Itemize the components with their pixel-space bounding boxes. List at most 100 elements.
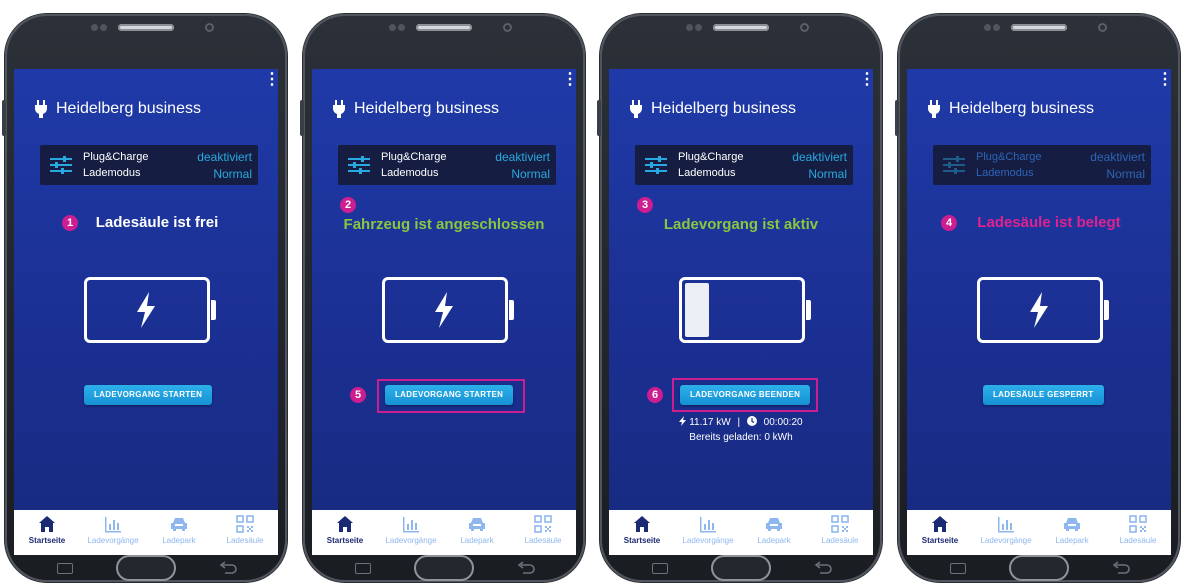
lightning-bolt-icon — [679, 416, 687, 426]
back-icon[interactable] — [517, 561, 535, 575]
tab-ladesaeule[interactable]: Ladesäule — [510, 510, 576, 555]
tab-ladesaeule[interactable]: Ladesäule — [212, 510, 278, 555]
charge-mode-label: Lademodus — [83, 167, 141, 179]
tab-label: Ladepark — [757, 536, 791, 545]
recent-apps-icon[interactable] — [57, 563, 73, 574]
speaker-grille — [118, 24, 174, 31]
phone-2: ⋮ Heidelberg business Plug&Charge Lademo… — [300, 14, 585, 582]
plug-charge-label: Plug&Charge — [678, 151, 744, 163]
plug-charge-label: Plug&Charge — [976, 151, 1042, 163]
app-screen: ⋮ Heidelberg business Plug&Charge Lademo… — [312, 69, 576, 555]
home-button[interactable] — [1009, 555, 1069, 581]
battery-cap — [1104, 300, 1109, 320]
overflow-menu-icon[interactable]: ⋮ — [562, 72, 576, 88]
overflow-menu-icon[interactable]: ⋮ — [1157, 72, 1171, 88]
back-icon[interactable] — [814, 561, 832, 575]
stop-charging-button[interactable]: LADEVORGANG BEENDEN — [680, 385, 811, 405]
tab-label: Ladesäule — [524, 536, 562, 545]
stats-row: 11.17 kW | 00:00:20 — [609, 415, 873, 430]
settings-panel: Plug&Charge Lademodus deaktiviert Normal — [933, 145, 1151, 185]
car-icon — [766, 518, 782, 531]
battery-indicator — [84, 277, 216, 343]
charge-mode-label: Lademodus — [976, 167, 1034, 179]
settings-sliders-icon — [943, 156, 965, 174]
charge-mode-value: Normal — [808, 167, 847, 181]
settings-panel[interactable]: Plug&Charge Lademodus deaktiviert Normal — [635, 145, 853, 185]
tab-label: Ladevorgänge — [385, 536, 437, 545]
status-text: Ladesäule ist belegt — [977, 214, 1121, 231]
battery-cap — [509, 300, 514, 320]
step-badge: 3 — [637, 197, 653, 213]
status-line: 1 Ladesäule ist frei — [14, 214, 278, 231]
tab-ladepark[interactable]: Ladepark — [444, 510, 510, 555]
tab-ladevorgaenge[interactable]: Ladevorgänge — [378, 510, 444, 555]
recent-apps-icon[interactable] — [950, 563, 966, 574]
clock-icon — [746, 416, 757, 426]
tab-label: Ladevorgänge — [87, 536, 139, 545]
tab-ladevorgaenge[interactable]: Ladevorgänge — [675, 510, 741, 555]
tab-startseite[interactable]: Startseite — [14, 510, 80, 555]
recent-apps-icon[interactable] — [652, 563, 668, 574]
station-name: Heidelberg business — [354, 100, 499, 117]
settings-sliders-icon — [645, 156, 667, 174]
station-name: Heidelberg business — [56, 100, 201, 117]
tab-ladevorgaenge[interactable]: Ladevorgänge — [80, 510, 146, 555]
tab-ladepark[interactable]: Ladepark — [741, 510, 807, 555]
station-header: Heidelberg business — [332, 100, 499, 118]
bottom-tab-bar: Startseite Ladevorgänge Ladepark Ladesäu… — [312, 510, 576, 555]
sensor — [695, 24, 702, 31]
plug-icon — [35, 100, 47, 118]
plug-charge-value: deaktiviert — [1090, 150, 1145, 164]
front-camera — [800, 23, 809, 32]
tab-ladepark[interactable]: Ladepark — [146, 510, 212, 555]
tab-label: Ladevorgänge — [682, 536, 734, 545]
tab-ladesaeule[interactable]: Ladesäule — [807, 510, 873, 555]
hardware-buttons — [600, 555, 882, 581]
tab-ladepark[interactable]: Ladepark — [1039, 510, 1105, 555]
step-badge: 5 — [350, 387, 366, 403]
home-icon — [39, 516, 55, 532]
front-camera — [1098, 23, 1107, 32]
home-button[interactable] — [116, 555, 176, 581]
tab-startseite[interactable]: Startseite — [609, 510, 675, 555]
sensor — [984, 24, 991, 31]
station-locked-button[interactable]: LADESÄULE GESPERRT — [983, 385, 1104, 405]
sensor — [993, 24, 1000, 31]
settings-panel[interactable]: Plug&Charge Lademodus deaktiviert Normal — [40, 145, 258, 185]
qr-code-icon — [1129, 515, 1147, 533]
settings-panel[interactable]: Plug&Charge Lademodus deaktiviert Normal — [338, 145, 556, 185]
car-icon — [1064, 518, 1080, 531]
back-icon[interactable] — [1112, 561, 1130, 575]
start-charging-button[interactable]: LADEVORGANG STARTEN — [84, 385, 213, 405]
charge-mode-value: Normal — [213, 167, 252, 181]
tab-startseite[interactable]: Startseite — [312, 510, 378, 555]
tab-startseite[interactable]: Startseite — [907, 510, 973, 555]
home-button[interactable] — [711, 555, 771, 581]
bottom-tab-bar: Startseite Ladevorgänge Ladepark Ladesäu… — [907, 510, 1171, 555]
tab-ladesaeule[interactable]: Ladesäule — [1105, 510, 1171, 555]
status-line: 4 Ladesäule ist belegt — [907, 214, 1171, 231]
app-screen: ⋮ Heidelberg business Plug&Charge Lademo… — [609, 69, 873, 555]
station-header: Heidelberg business — [629, 100, 796, 118]
bottom-tab-bar: Startseite Ladevorgänge Ladepark Ladesäu… — [609, 510, 873, 555]
start-charging-button[interactable]: LADEVORGANG STARTEN — [385, 385, 514, 405]
home-button[interactable] — [414, 555, 474, 581]
tab-label: Ladesäule — [821, 536, 859, 545]
tab-ladevorgaenge[interactable]: Ladevorgänge — [973, 510, 1039, 555]
back-icon[interactable] — [219, 561, 237, 575]
bar-chart-icon — [403, 517, 419, 533]
tab-label: Ladesäule — [1119, 536, 1157, 545]
hardware-buttons — [303, 555, 585, 581]
plug-charge-value: deaktiviert — [197, 150, 252, 164]
charge-mode-label: Lademodus — [381, 167, 439, 179]
recent-apps-icon[interactable] — [355, 563, 371, 574]
sensor — [91, 24, 98, 31]
tab-label: Ladevorgänge — [980, 536, 1032, 545]
overflow-menu-icon[interactable]: ⋮ — [264, 72, 278, 88]
overflow-menu-icon[interactable]: ⋮ — [859, 72, 873, 88]
station-name: Heidelberg business — [949, 100, 1094, 117]
settings-sliders-icon — [50, 156, 72, 174]
tab-label: Ladepark — [1055, 536, 1089, 545]
plug-charge-value: deaktiviert — [792, 150, 847, 164]
separator: | — [737, 417, 741, 428]
